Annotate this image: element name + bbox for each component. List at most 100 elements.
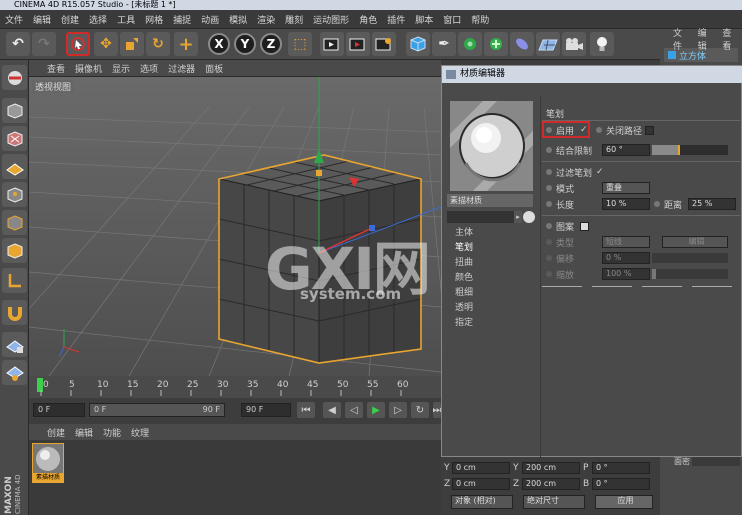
menu-simulate[interactable]: 模拟: [224, 13, 252, 26]
play-icon[interactable]: ▶: [367, 402, 385, 418]
rotation-p-field[interactable]: 0 °: [592, 462, 650, 474]
end-frame-field[interactable]: 90 F: [241, 403, 291, 417]
distance-field[interactable]: 25 %: [688, 198, 736, 210]
lock-workplane-icon[interactable]: [2, 332, 27, 357]
mm-menu-edit[interactable]: 编辑: [70, 426, 98, 439]
coordinate-system-icon[interactable]: ⬚: [288, 32, 312, 56]
rotation-b-field[interactable]: 0 °: [592, 478, 650, 490]
z-axis-lock-icon[interactable]: Z: [260, 33, 282, 55]
scale-slider[interactable]: [652, 269, 728, 279]
viewport-menu-filter[interactable]: 过滤器: [163, 62, 200, 75]
menu-plugins[interactable]: 插件: [382, 13, 410, 26]
om-menu-view[interactable]: 查看: [717, 26, 742, 52]
move-icon[interactable]: ✥: [94, 32, 118, 56]
x-axis-lock-icon[interactable]: X: [208, 33, 230, 55]
channel-assign[interactable]: 指定: [447, 316, 537, 331]
menu-mograph[interactable]: 运动图形: [308, 13, 354, 26]
y-axis-lock-icon[interactable]: Y: [234, 33, 256, 55]
go-to-start-icon[interactable]: ⏮: [297, 402, 315, 418]
length-field[interactable]: 10 %: [602, 198, 650, 210]
mm-menu-function[interactable]: 功能: [98, 426, 126, 439]
nurbs-icon[interactable]: [458, 32, 482, 56]
go-to-end-icon[interactable]: ⏭: [433, 402, 442, 418]
anim-dot-icon[interactable]: [546, 239, 552, 245]
floor-icon[interactable]: [536, 32, 560, 56]
frame-range-slider[interactable]: 0 F 90 F: [89, 403, 225, 417]
menu-snap[interactable]: 捕捉: [168, 13, 196, 26]
mm-menu-create[interactable]: 创建: [29, 426, 70, 439]
menu-window[interactable]: 窗口: [438, 13, 466, 26]
rotate-icon[interactable]: ↻: [146, 32, 170, 56]
menu-edit[interactable]: 编辑: [28, 13, 56, 26]
channel-main[interactable]: 主体: [447, 226, 537, 241]
make-editable-icon[interactable]: [2, 65, 27, 90]
next-frame-icon[interactable]: ▷: [389, 402, 407, 418]
prev-key-icon[interactable]: ◀: [323, 402, 341, 418]
channel-picker-icon[interactable]: [523, 211, 535, 223]
size-y-field[interactable]: 200 cm: [522, 462, 580, 474]
channel-transparency[interactable]: 透明: [447, 301, 537, 316]
menu-select[interactable]: 选择: [84, 13, 112, 26]
menu-render[interactable]: 渲染: [252, 13, 280, 26]
anim-dot-icon[interactable]: [546, 169, 552, 175]
scale-icon[interactable]: [120, 32, 144, 56]
channel-thickness[interactable]: 粗细: [447, 286, 537, 301]
render-settings-icon[interactable]: [372, 32, 396, 56]
type-select[interactable]: 短线: [602, 236, 650, 248]
size-z-field[interactable]: 200 cm: [522, 478, 580, 490]
light-icon[interactable]: [590, 32, 614, 56]
combine-slider[interactable]: [652, 145, 728, 155]
polygons-mode-icon[interactable]: [2, 238, 27, 263]
render-view-icon[interactable]: [320, 32, 344, 56]
redo-icon[interactable]: ↷: [32, 32, 56, 56]
material-name-field[interactable]: 素描材质: [447, 194, 533, 207]
position-y-field[interactable]: 0 cm: [452, 462, 510, 474]
edit-button[interactable]: 编辑: [662, 236, 728, 248]
offset-slider[interactable]: [652, 253, 728, 263]
workplane-icon[interactable]: [2, 154, 27, 179]
magnet-icon[interactable]: [2, 300, 27, 325]
start-frame-field[interactable]: 0 F: [33, 403, 85, 417]
material-thumbnail[interactable]: 素描材质: [32, 443, 64, 483]
scale-field[interactable]: 100 %: [602, 268, 650, 280]
anim-dot-icon[interactable]: [654, 201, 660, 207]
menu-animate[interactable]: 动画: [196, 13, 224, 26]
next-key-icon[interactable]: ↻: [411, 402, 429, 418]
array-icon[interactable]: [484, 32, 508, 56]
texture-mode-icon[interactable]: [2, 126, 27, 151]
menu-character[interactable]: 角色: [354, 13, 382, 26]
pattern-checkbox[interactable]: [580, 221, 590, 231]
recent-tool-icon[interactable]: +: [174, 32, 198, 56]
edges-mode-icon[interactable]: [2, 210, 27, 235]
menu-create[interactable]: 创建: [56, 13, 84, 26]
axis-mode-icon[interactable]: [2, 268, 27, 293]
material-preview[interactable]: [426, 77, 554, 205]
channel-stroke[interactable]: 笔划: [447, 241, 537, 256]
viewport-menu-view[interactable]: 查看: [29, 62, 70, 75]
anim-dot-icon[interactable]: [546, 185, 552, 191]
menu-sculpt[interactable]: 雕刻: [280, 13, 308, 26]
cube-object-icon[interactable]: [406, 32, 430, 56]
render-picture-viewer-icon[interactable]: [346, 32, 370, 56]
offset-field[interactable]: 0 %: [602, 252, 650, 264]
coord-mode-select[interactable]: 对象 (相对): [451, 495, 513, 509]
anim-dot-icon[interactable]: [546, 201, 552, 207]
anim-dot-icon[interactable]: [546, 255, 552, 261]
undo-icon[interactable]: ↶: [6, 32, 30, 56]
spline-pen-icon[interactable]: ✒: [432, 32, 456, 56]
prev-frame-icon[interactable]: ◁: [345, 402, 363, 418]
menu-help[interactable]: 帮助: [466, 13, 494, 26]
anim-dot-icon[interactable]: [546, 271, 552, 277]
position-z-field[interactable]: 0 cm: [452, 478, 510, 490]
close-path-checkbox[interactable]: [645, 125, 655, 135]
anim-dot-icon[interactable]: [546, 223, 552, 229]
viewport-menu-panel[interactable]: 面板: [200, 62, 228, 75]
menu-mesh[interactable]: 网格: [140, 13, 168, 26]
channel-arrow-icon[interactable]: ▸: [514, 211, 522, 223]
model-mode-icon[interactable]: [2, 98, 27, 123]
menu-tools[interactable]: 工具: [112, 13, 140, 26]
viewport-menu-camera[interactable]: 摄像机: [70, 62, 107, 75]
points-mode-icon[interactable]: [2, 182, 27, 207]
apply-button[interactable]: 应用: [595, 495, 653, 509]
size-mode-select[interactable]: 绝对尺寸: [523, 495, 585, 509]
